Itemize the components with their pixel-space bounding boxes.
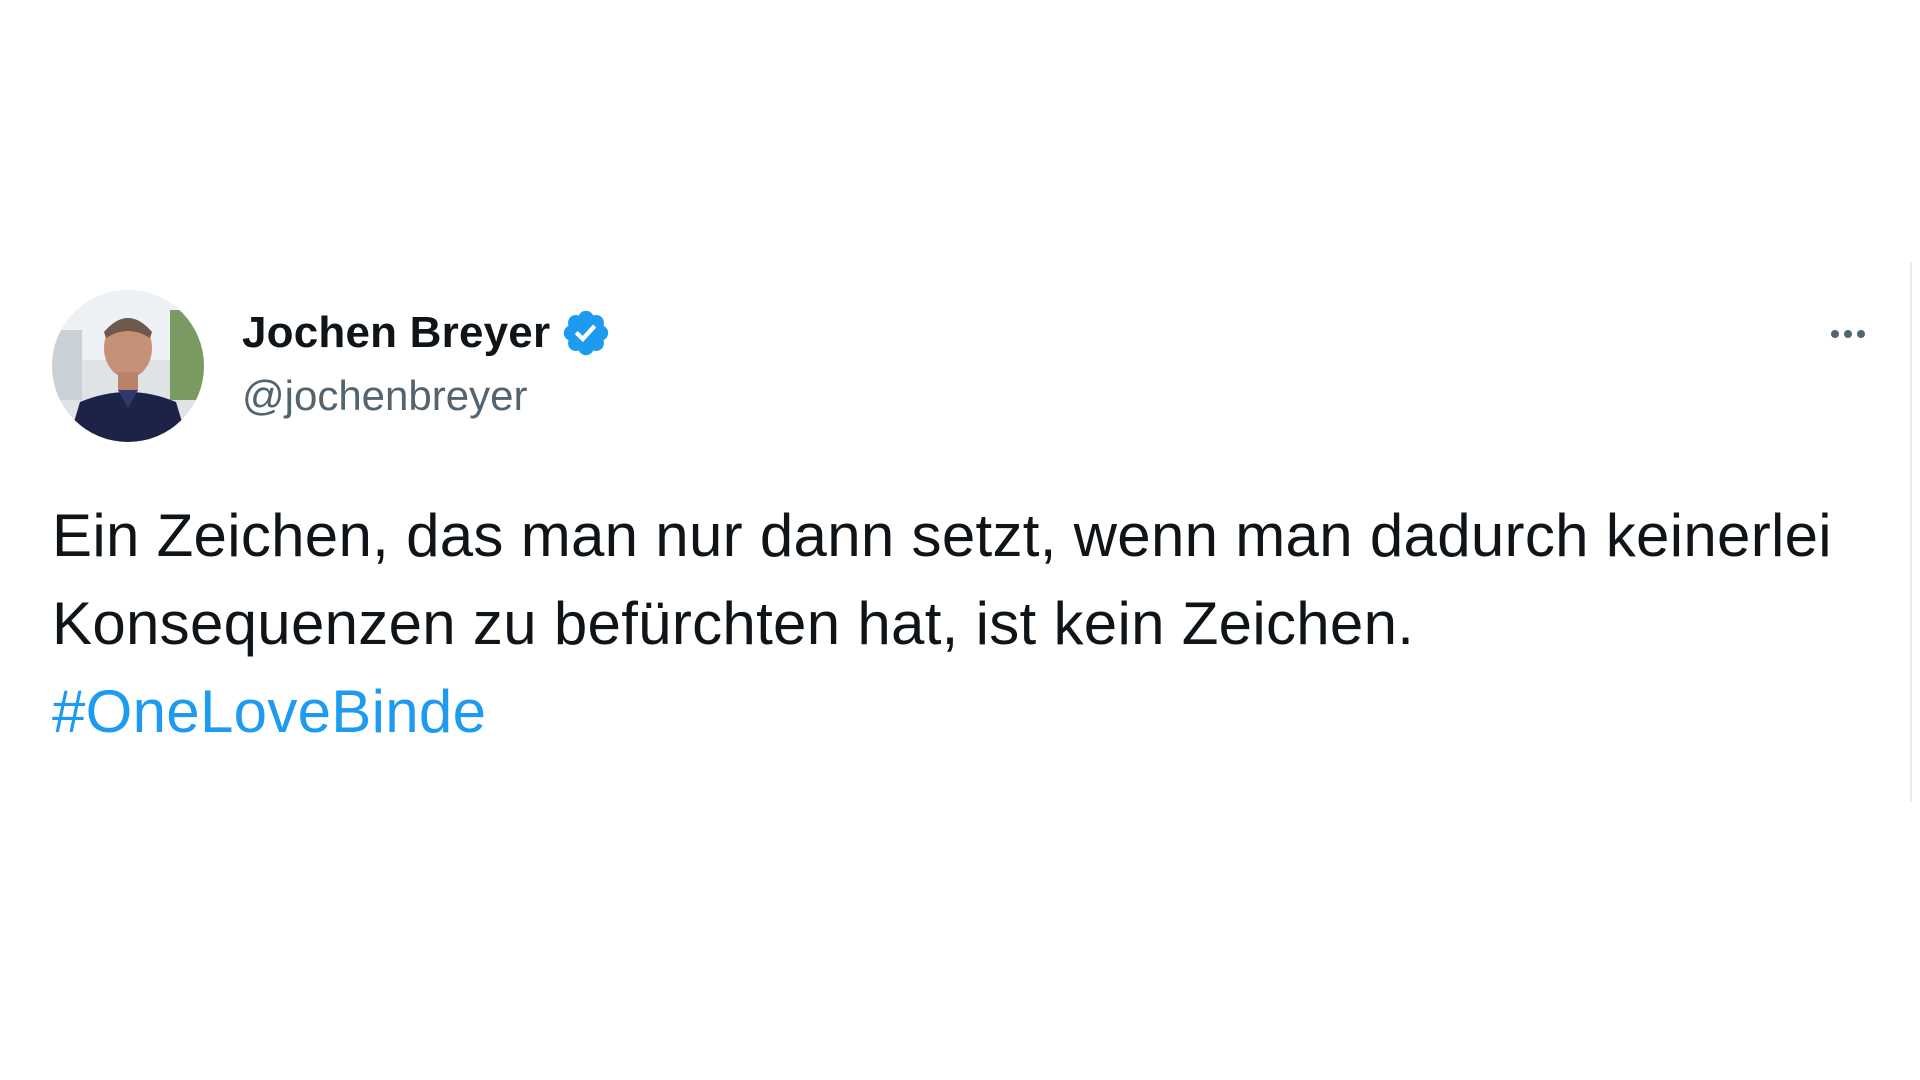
author-block: Jochen Breyer @jochenbreyer [242, 308, 612, 420]
more-options-icon-dot [1857, 330, 1865, 338]
verified-badge-icon [560, 307, 612, 359]
divider [1910, 262, 1912, 802]
tweet-text: Ein Zeichen, das man nur dann setzt, wen… [52, 492, 1852, 756]
more-options-icon-dot [1844, 330, 1852, 338]
more-options-icon [1831, 330, 1839, 338]
name-row: Jochen Breyer [242, 308, 612, 358]
display-name[interactable]: Jochen Breyer [242, 308, 550, 358]
avatar[interactable] [52, 290, 204, 442]
hashtag-link[interactable]: #OneLoveBinde [52, 678, 486, 745]
tweet-card: Jochen Breyer @jochenbreyer Ein Zeichen,… [52, 290, 1882, 756]
tweet-header: Jochen Breyer @jochenbreyer [52, 290, 1882, 450]
page: Jochen Breyer @jochenbreyer Ein Zeichen,… [0, 0, 1920, 1080]
tweet-body: Ein Zeichen, das man nur dann setzt, wen… [52, 502, 1832, 657]
more-options-button[interactable] [1816, 314, 1880, 354]
handle[interactable]: @jochenbreyer [242, 372, 612, 420]
